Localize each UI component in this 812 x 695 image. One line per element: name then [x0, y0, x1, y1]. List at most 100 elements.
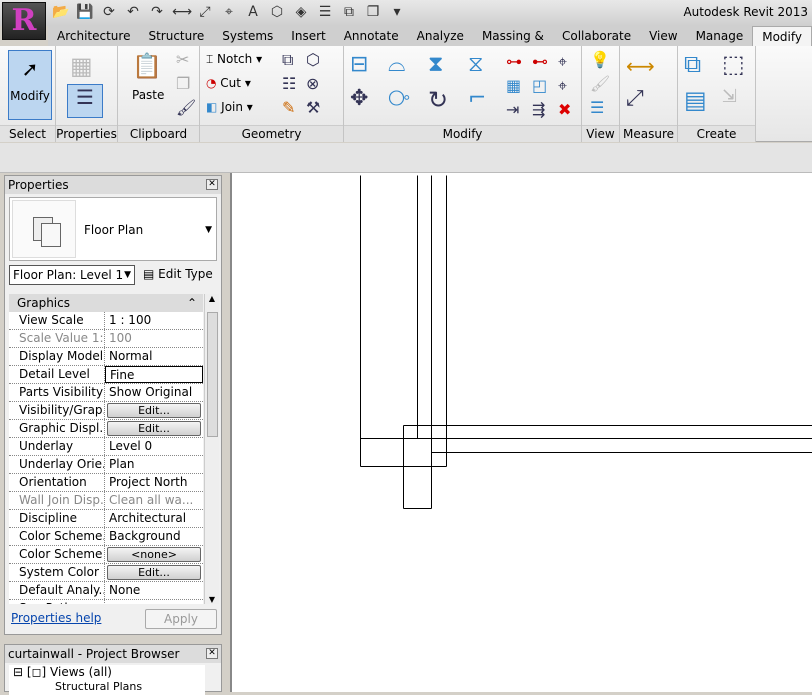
- scroll-thumb[interactable]: [207, 312, 218, 437]
- hammer-icon[interactable]: ⚒: [306, 98, 320, 117]
- apply-button[interactable]: Apply: [145, 609, 217, 629]
- tab-collaborate[interactable]: Collaborate: [553, 26, 640, 46]
- section-icon[interactable]: ◈: [292, 4, 310, 20]
- copy-element-icon[interactable]: ⧂: [388, 86, 410, 111]
- create-similar-icon[interactable]: ⬚: [722, 50, 745, 78]
- sync-icon[interactable]: ⟳: [100, 4, 118, 20]
- undo-icon[interactable]: ↶: [124, 4, 142, 20]
- customize-icon[interactable]: ▾: [388, 4, 406, 20]
- property-value[interactable]: Edit...: [105, 420, 203, 437]
- tab-structure[interactable]: Structure: [139, 26, 213, 46]
- property-value[interactable]: Background: [105, 528, 203, 545]
- edit-button[interactable]: Edit...: [107, 565, 201, 580]
- property-value[interactable]: <none>: [105, 546, 203, 563]
- scroll-up-icon[interactable]: ▲: [205, 294, 219, 303]
- close-hidden-icon[interactable]: ⧉: [340, 4, 358, 20]
- demolish-icon[interactable]: ⊗: [306, 74, 319, 93]
- pin-icon[interactable]: ⌖: [558, 76, 567, 96]
- split-gap-icon[interactable]: ⊷: [532, 52, 548, 71]
- mirror-draw-axis-icon[interactable]: ⧖: [468, 52, 483, 77]
- copy-icon[interactable]: ❐: [176, 74, 190, 93]
- 3d-view-icon[interactable]: ⬡: [268, 4, 286, 20]
- wall-joins-icon[interactable]: ⧉: [282, 50, 293, 70]
- edit-button[interactable]: <none>: [107, 547, 201, 562]
- notch-button[interactable]: ⌶ Notch ▾: [206, 52, 262, 67]
- scroll-down-icon[interactable]: ▼: [205, 595, 219, 604]
- tree-node-views[interactable]: ⊟ [◻] Views (all): [9, 665, 205, 680]
- save-icon[interactable]: 💾: [76, 4, 94, 20]
- split-face-icon[interactable]: ☷: [282, 74, 296, 93]
- split-element-icon[interactable]: ⊶: [506, 52, 522, 71]
- tab-analyze[interactable]: Analyze: [408, 26, 473, 46]
- paste-button[interactable]: Paste: [132, 88, 164, 102]
- property-value[interactable]: 1 : 100: [105, 312, 203, 329]
- open-icon[interactable]: 📂: [52, 4, 70, 20]
- property-value[interactable]: Fine: [105, 366, 203, 383]
- edit-button[interactable]: Edit...: [107, 403, 201, 418]
- property-value[interactable]: Level 0: [105, 438, 203, 455]
- redo-icon[interactable]: ↷: [148, 4, 166, 20]
- properties-scrollbar[interactable]: ▲ ▼: [204, 294, 219, 604]
- tab-massing-site[interactable]: Massing & Site: [473, 26, 553, 59]
- close-icon[interactable]: ✕: [206, 648, 218, 659]
- tab-view[interactable]: View: [640, 26, 686, 46]
- property-value[interactable]: Normal: [105, 348, 203, 365]
- edit-button[interactable]: Edit...: [107, 421, 201, 436]
- linework-icon[interactable]: ☰: [590, 98, 604, 117]
- rotate-icon[interactable]: ↻: [428, 86, 448, 114]
- cut-icon[interactable]: ✂: [176, 50, 189, 69]
- paste-icon[interactable]: 📋: [132, 52, 162, 80]
- move-icon[interactable]: ✥: [350, 86, 368, 111]
- measure-icon[interactable]: ⤢: [196, 4, 214, 20]
- close-icon[interactable]: ✕: [206, 179, 218, 190]
- tab-systems[interactable]: Systems: [213, 26, 282, 46]
- tag-icon[interactable]: ⌖: [220, 4, 238, 20]
- match-properties-icon[interactable]: 🖌: [176, 98, 196, 117]
- trim-multiple-icon[interactable]: ⇶: [532, 100, 545, 119]
- property-value[interactable]: Architectural: [105, 510, 203, 527]
- measure-distance-icon[interactable]: ⟷: [626, 54, 655, 78]
- delete-icon[interactable]: ✖: [558, 100, 571, 119]
- edit-profile-icon[interactable]: ✎: [282, 98, 295, 117]
- properties-help-link[interactable]: Properties help: [11, 611, 101, 625]
- tab-modify[interactable]: Modify: [752, 26, 812, 46]
- create-parts-icon[interactable]: ▤: [684, 86, 707, 114]
- instance-filter-dropdown[interactable]: Floor Plan: Level 1 ▼: [9, 265, 135, 285]
- tab-manage[interactable]: Manage: [687, 26, 753, 46]
- override-brush-icon[interactable]: 🖌: [590, 74, 610, 93]
- align-icon[interactable]: ⊟: [350, 52, 368, 77]
- application-menu-button[interactable]: R: [2, 2, 46, 40]
- property-value[interactable]: None: [105, 582, 203, 599]
- group-header-graphics[interactable]: Graphics ⌃: [9, 294, 203, 312]
- text-icon[interactable]: A: [244, 4, 262, 20]
- create-group-icon[interactable]: ⇲: [722, 86, 737, 107]
- trim-extend-corner-icon[interactable]: ⌐: [468, 86, 486, 111]
- offset-icon[interactable]: ⌓: [388, 52, 405, 77]
- aligned-dimension-icon[interactable]: ⤢: [626, 86, 644, 111]
- property-value[interactable]: Project North: [105, 474, 203, 491]
- property-value[interactable]: [105, 600, 203, 604]
- tab-architecture[interactable]: Architecture: [48, 26, 139, 46]
- scale-icon[interactable]: ◰: [532, 76, 547, 95]
- mirror-pick-axis-icon[interactable]: ⧗: [428, 52, 443, 77]
- trim-single-icon[interactable]: ⇥: [506, 100, 519, 119]
- switch-windows-icon[interactable]: ❐: [364, 4, 382, 20]
- property-value[interactable]: Show Original: [105, 384, 203, 401]
- create-assembly-icon[interactable]: ⧉: [684, 50, 701, 78]
- property-value[interactable]: Edit...: [105, 564, 203, 581]
- tree-node-structural-plans[interactable]: Structural Plans: [9, 680, 205, 695]
- property-value[interactable]: Edit...: [105, 402, 203, 419]
- aligned-dimension-icon[interactable]: ⟷: [172, 4, 192, 20]
- properties-toggle-icon[interactable]: ☰: [67, 84, 103, 118]
- modify-button[interactable]: ➚ Modify: [8, 50, 52, 120]
- thin-lines-icon[interactable]: ☰: [316, 4, 334, 20]
- tab-annotate[interactable]: Annotate: [335, 26, 408, 46]
- paint-icon[interactable]: ⬡: [306, 50, 320, 69]
- type-selector[interactable]: Floor Plan ▼: [9, 197, 217, 261]
- hide-lightbulb-icon[interactable]: 💡: [590, 50, 610, 69]
- edit-type-button[interactable]: ▤ Edit Type: [143, 267, 213, 281]
- cut-geometry-button[interactable]: ◔ Cut ▾: [206, 76, 251, 90]
- tab-insert[interactable]: Insert: [282, 26, 334, 46]
- type-properties-icon[interactable]: ▦: [70, 52, 93, 80]
- array-icon[interactable]: ▦: [506, 76, 521, 95]
